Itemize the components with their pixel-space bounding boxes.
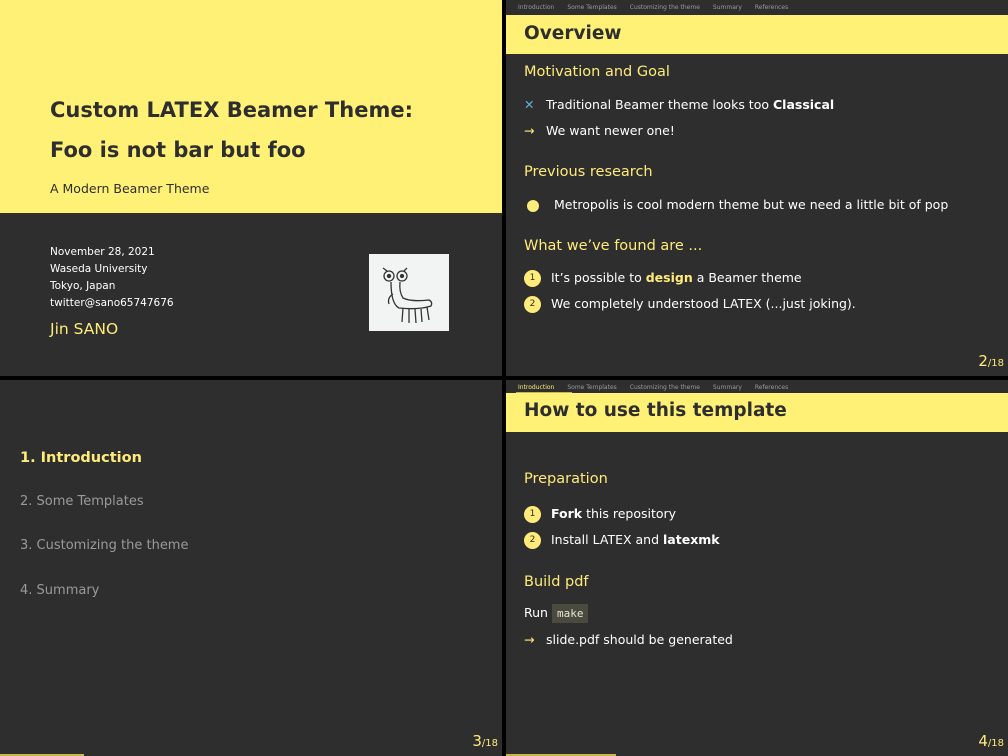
run-line: Run make	[524, 604, 589, 623]
title-line-2: Foo is not bar but foo	[50, 138, 306, 162]
nav-introduction[interactable]: Introduction	[518, 384, 554, 391]
nav-customizing[interactable]: Customizing the theme	[630, 4, 700, 11]
date: November 28, 2021	[50, 246, 155, 258]
title-text-b: Beamer Theme:	[219, 98, 413, 122]
list-item: → slide.pdf should be generated	[524, 632, 733, 647]
nav-some-templates[interactable]: Some Templates	[567, 4, 616, 11]
page-number: 2/18	[978, 352, 1004, 370]
how-to-use-slide: Introduction Some Templates Customizing …	[506, 380, 1008, 756]
arrow-right-icon: →	[524, 632, 535, 647]
page-total: /18	[987, 358, 1004, 369]
institution-2: Tokyo, Japan	[50, 280, 116, 292]
number-ball-icon: 2	[524, 532, 541, 549]
nav-introduction[interactable]: Introduction	[518, 4, 554, 11]
block-title-previous-research: Previous research	[524, 164, 653, 180]
nav-references[interactable]: References	[755, 4, 788, 11]
item-text: Install	[551, 532, 593, 547]
section-toc-slide: 1. Introduction 2. Some Templates 3. Cus…	[0, 380, 502, 756]
nav-customizing[interactable]: Customizing the theme	[630, 384, 700, 391]
twitter-handle: twitter@sano65747676	[50, 297, 174, 309]
institution-1: Waseda University	[50, 263, 148, 275]
item-text: a Beamer theme	[692, 270, 802, 285]
item-bold: latexmk	[663, 532, 720, 547]
mascot-drawing	[382, 267, 433, 324]
section-nav: Introduction Some Templates Customizing …	[506, 380, 1008, 394]
code-snippet: make	[551, 604, 589, 623]
page-current: 2	[978, 352, 988, 370]
subtitle: A Modern Beamer Theme	[50, 181, 210, 196]
author: Jin SANO	[50, 320, 119, 338]
logo-image	[369, 254, 449, 331]
latex-logo: LATEX	[592, 532, 632, 547]
list-item: 2 We completely understood LATEX (...just…	[524, 296, 856, 313]
list-item: ✕ Traditional Beamer theme looks too Clas…	[524, 97, 834, 112]
title-line-1: Custom LATEX Beamer Theme:	[50, 98, 413, 122]
item-text: It’s possible to	[551, 270, 646, 285]
item-bold: Classical	[772, 97, 835, 112]
item-text: We want newer one!	[546, 123, 675, 138]
title-slide: Custom LATEX Beamer Theme: Foo is not ba…	[0, 0, 502, 376]
frame-title: How to use this template	[524, 400, 787, 421]
overview-slide: Introduction Some Templates Customizing …	[506, 0, 1008, 376]
toc-item-customizing[interactable]: 3. Customizing the theme	[20, 538, 188, 553]
list-item: 1 Fork this repository	[524, 506, 676, 523]
item-text: slide.pdf should be generated	[546, 632, 733, 647]
title-latex-logo: LATEX	[146, 98, 220, 122]
item-bold: Fork	[551, 506, 583, 521]
section-nav: Introduction Some Templates Customizing …	[506, 0, 1008, 14]
number-ball-icon: 1	[524, 270, 541, 287]
page-total: /18	[481, 738, 498, 749]
list-item: → We want newer one!	[524, 123, 675, 138]
item-highlight: design	[645, 270, 693, 285]
block-title-findings: What we’ve found are ...	[524, 238, 703, 254]
list-item: Metropolis is cool modern theme but we n…	[524, 197, 948, 212]
page-number: 4/18	[978, 732, 1004, 750]
latex-logo: LATEX	[722, 296, 762, 311]
nav-references[interactable]: References	[755, 384, 788, 391]
nav-summary[interactable]: Summary	[713, 4, 742, 11]
page-total: /18	[987, 738, 1004, 749]
nav-some-templates[interactable]: Some Templates	[567, 384, 616, 391]
frame-title: Overview	[524, 23, 622, 44]
item-text: (...just joking).	[761, 296, 856, 311]
list-item: 1 It’s possible to design a Beamer theme	[524, 270, 802, 287]
bullet-dot-icon	[527, 199, 539, 212]
page-current: 4	[978, 732, 988, 750]
title-text-a: Custom	[50, 98, 147, 122]
page-number: 3/18	[472, 732, 498, 750]
run-label: Run	[524, 605, 552, 620]
item-text: We completely understood	[551, 296, 723, 311]
cross-icon: ✕	[524, 97, 535, 112]
nav-summary[interactable]: Summary	[713, 384, 742, 391]
number-ball-icon: 2	[524, 296, 541, 313]
item-text: Metropolis is cool modern theme but we n…	[554, 197, 949, 212]
block-title-motivation: Motivation and Goal	[524, 64, 670, 80]
page-current: 3	[472, 732, 482, 750]
block-title-preparation: Preparation	[524, 471, 608, 487]
block-title-build-pdf: Build pdf	[524, 574, 589, 590]
list-item: 2 Install LATEX and latexmk	[524, 532, 720, 549]
arrow-right-icon: →	[524, 123, 535, 138]
item-text: and	[631, 532, 664, 547]
item-text: this repository	[582, 506, 677, 521]
toc-item-summary[interactable]: 4. Summary	[20, 583, 99, 598]
number-ball-icon: 1	[524, 506, 541, 523]
toc-item-introduction[interactable]: 1. Introduction	[20, 450, 142, 466]
item-text: Traditional Beamer theme looks too	[546, 97, 773, 112]
toc-item-some-templates[interactable]: 2. Some Templates	[20, 494, 144, 509]
